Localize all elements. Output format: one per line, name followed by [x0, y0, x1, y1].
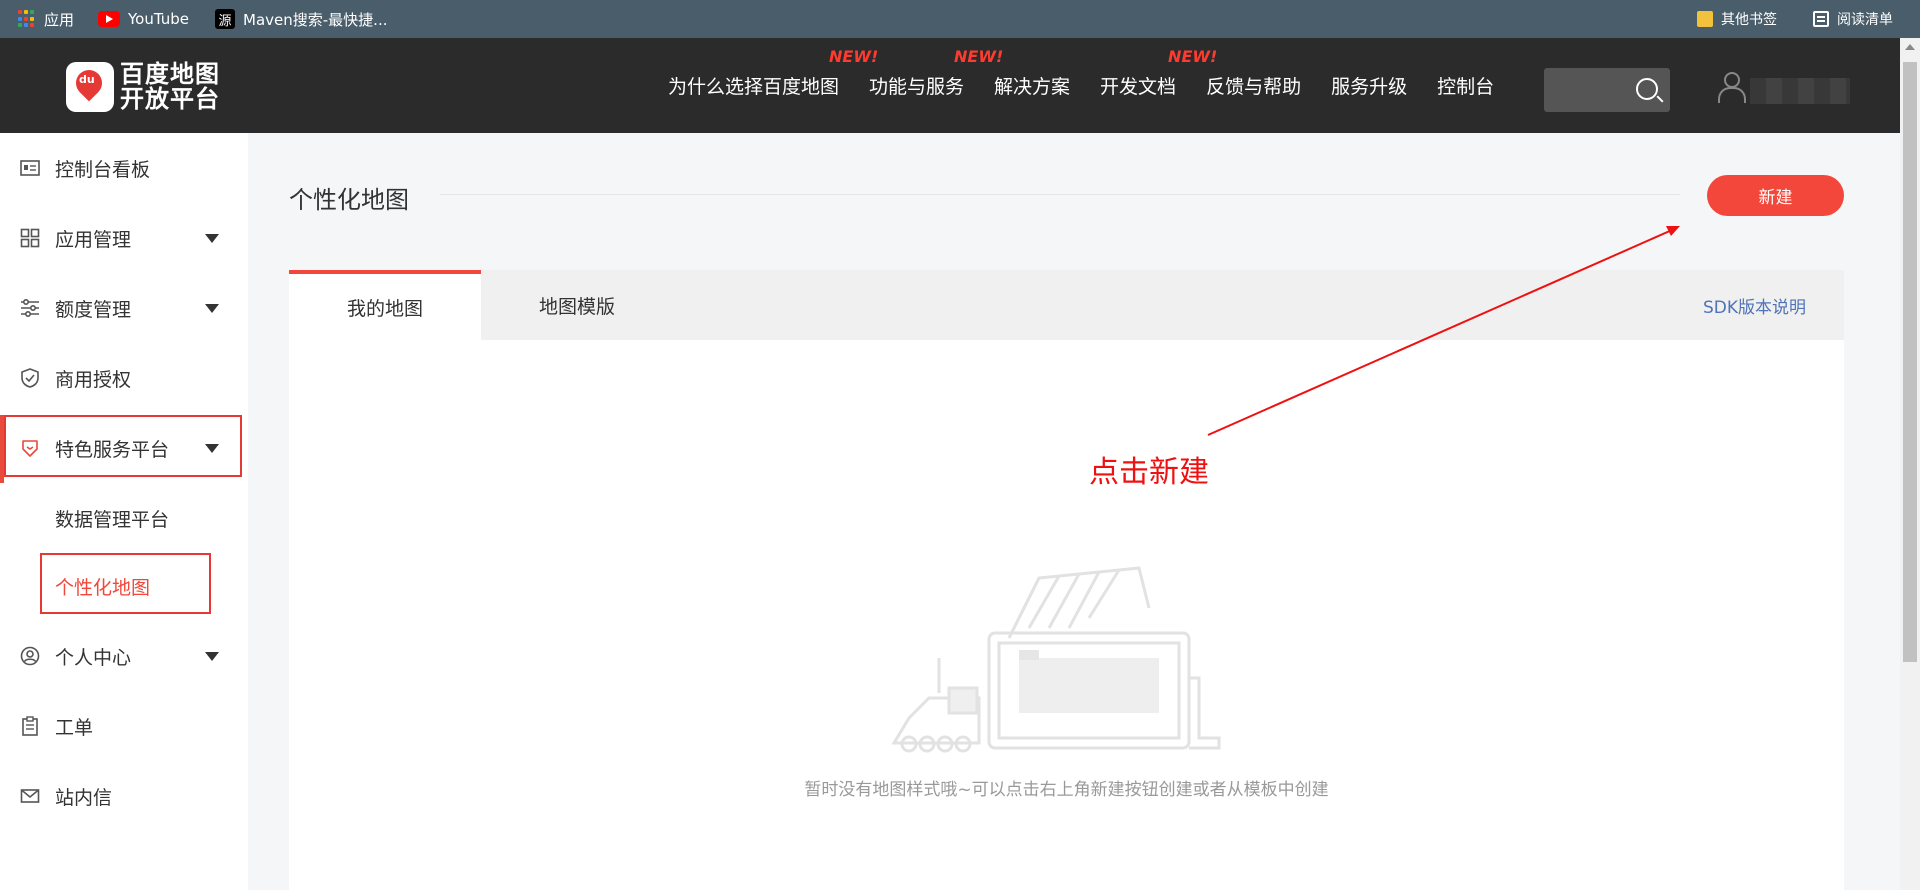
empty-state-text: 暂时没有地图样式哦~可以点击右上角新建按钮创建或者从模板中创建	[804, 780, 1329, 800]
scrollbar[interactable]	[1900, 38, 1920, 890]
id-card-icon	[20, 160, 40, 176]
sidebar-item-label: 商用授权	[55, 368, 132, 391]
reading-list-icon	[1813, 11, 1829, 27]
highlight-box-special-services	[4, 415, 242, 477]
new-badge: NEW!	[954, 47, 1004, 66]
bookmark-apps[interactable]: 应用	[18, 9, 74, 30]
search-input[interactable]	[1544, 68, 1670, 112]
nav-why-baidu[interactable]: 为什么选择百度地图	[668, 72, 839, 99]
sidebar-item-license[interactable]: 商用授权	[0, 347, 248, 409]
content-panel: 暂时没有地图样式哦~可以点击右上角新建按钮创建或者从模板中创建	[289, 340, 1844, 890]
caret-down-icon	[205, 651, 219, 661]
caret-down-icon	[205, 303, 219, 313]
sidebar-item-label: 应用管理	[55, 228, 132, 251]
sidebar-item-label: 控制台看板	[55, 158, 151, 181]
reading-list[interactable]: 阅读清单	[1813, 0, 1893, 38]
sidebar-item-quota[interactable]: 额度管理	[0, 277, 248, 339]
sidebar-subitem-data-platform[interactable]: 数据管理平台	[55, 505, 169, 532]
nav-feedback[interactable]: 反馈与帮助	[1206, 72, 1301, 99]
sidebar-subitem-personalized-map[interactable]: 个性化地图	[55, 573, 150, 600]
maven-site-icon: 源	[215, 9, 236, 29]
sidebar-item-label: 工单	[55, 716, 94, 739]
sliders-icon	[21, 298, 39, 318]
youtube-icon	[98, 11, 121, 27]
user-circle-icon	[20, 646, 40, 666]
logo[interactable]: du 百度地图 开放平台	[66, 62, 220, 112]
main-nav: 为什么选择百度地图 NEW! 功能与服务 NEW! 解决方案 NEW! 开发文档…	[668, 38, 1524, 133]
search-icon[interactable]	[1636, 78, 1658, 100]
sidebar-item-label: 额度管理	[55, 298, 132, 321]
caret-down-icon	[205, 233, 219, 243]
user-avatar-icon[interactable]	[1718, 72, 1746, 103]
grid-icon	[20, 228, 40, 248]
new-badge: NEW!	[829, 47, 879, 66]
user-name-blurred[interactable]	[1750, 78, 1850, 104]
folder-icon	[1697, 11, 1713, 27]
sidebar-item-label: 站内信	[55, 786, 113, 809]
empty-state-illustration	[891, 566, 1221, 753]
bookmark-maven-label: Maven搜索-最快捷...	[243, 10, 388, 29]
logo-line2: 开放平台	[120, 85, 220, 113]
site-header: du 百度地图 开放平台 为什么选择百度地图 NEW! 功能与服务 NEW! 解…	[0, 38, 1900, 133]
sidebar-item-ticket[interactable]: 工单	[0, 695, 248, 757]
clipboard-icon	[22, 716, 38, 736]
tab-bar: 我的地图 地图模版 SDK版本说明	[289, 270, 1844, 340]
shield-check-icon	[21, 368, 39, 388]
bookmark-other-label: 其他书签	[1721, 12, 1777, 28]
apps-grid-icon	[18, 10, 36, 28]
mail-icon	[20, 789, 40, 803]
bookmark-youtube[interactable]: YouTube	[98, 10, 189, 28]
logo-mark-icon: du	[66, 62, 114, 112]
page-title: 个性化地图	[289, 186, 409, 214]
nav-solutions[interactable]: NEW! 解决方案	[954, 47, 1070, 99]
nav-features[interactable]: NEW! 功能与服务	[829, 47, 964, 99]
nav-docs[interactable]: NEW! 开发文档	[1100, 47, 1217, 99]
logo-text: 百度地图 开放平台	[120, 62, 220, 112]
scroll-up-arrow-icon[interactable]	[1905, 44, 1915, 50]
sidebar-item-label: 个人中心	[55, 646, 132, 669]
new-button[interactable]: 新建	[1707, 175, 1844, 216]
sdk-version-link[interactable]: SDK版本说明	[1703, 270, 1806, 340]
sidebar-item-dashboard[interactable]: 控制台看板	[0, 137, 248, 199]
nav-upgrade[interactable]: 服务升级	[1331, 72, 1407, 99]
sidebar-item-messages[interactable]: 站内信	[0, 765, 248, 827]
tab-map-templates[interactable]: 地图模版	[481, 270, 673, 340]
sidebar-item-apps[interactable]: 应用管理	[0, 207, 248, 269]
bookmark-maven[interactable]: 源 Maven搜索-最快捷...	[215, 9, 387, 30]
annotation-text: 点击新建	[1089, 455, 1209, 490]
reading-list-label: 阅读清单	[1837, 12, 1893, 28]
nav-console[interactable]: 控制台	[1437, 72, 1494, 99]
bookmarks-bar: 应用 YouTube 源 Maven搜索-最快捷... 其他书签 阅读清单	[0, 0, 1920, 38]
bookmark-youtube-label: YouTube	[128, 10, 190, 28]
logo-line1: 百度地图	[120, 60, 220, 88]
bookmark-other[interactable]: 其他书签	[1697, 0, 1777, 38]
sidebar-item-personal-center[interactable]: 个人中心	[0, 625, 248, 687]
scroll-thumb[interactable]	[1903, 62, 1917, 662]
bookmark-apps-label: 应用	[44, 10, 75, 29]
tab-my-maps[interactable]: 我的地图	[289, 270, 481, 340]
title-divider	[440, 194, 1680, 195]
new-badge: NEW!	[1168, 47, 1218, 66]
sidebar: 控制台看板 应用管理 额度管理 商用授权 特色服务平台 数据管理平台 个性化地图…	[0, 133, 248, 890]
